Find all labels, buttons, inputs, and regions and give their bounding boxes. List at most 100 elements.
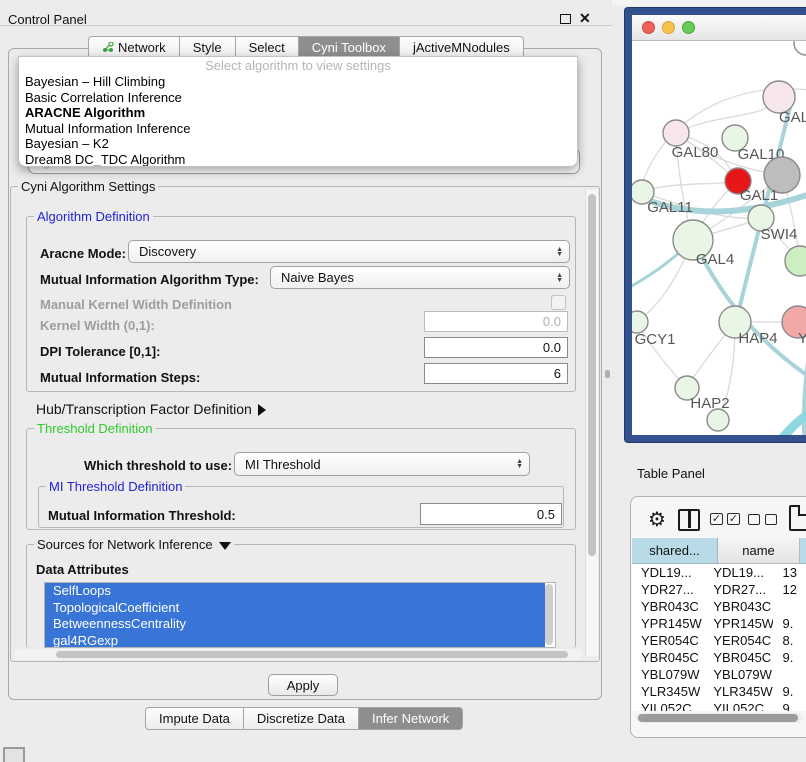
column-header-a[interactable]: A (800, 538, 806, 564)
table-cell (773, 598, 806, 615)
table-cell: YPR145W (704, 615, 773, 632)
table-row[interactable]: YIL052CYIL052C9 (632, 700, 806, 711)
dpi-tolerance-label: DPI Tolerance [0,1]: (40, 344, 160, 359)
dropdown-item[interactable]: Basic Correlation Inference (19, 90, 577, 106)
unchecked-checkbox-icon[interactable] (765, 514, 777, 525)
mi-type-select[interactable]: Naive Bayes ▲▼ (270, 266, 570, 289)
table-cell: YER054C (632, 632, 704, 649)
table-row[interactable]: YER054CYER054C8. (632, 632, 806, 649)
table-row[interactable]: YBR043CYBR043C (632, 598, 806, 615)
page-icon[interactable] (789, 505, 806, 531)
table-cell: YIL052C (704, 700, 773, 711)
table-cell: YBR043C (704, 598, 773, 615)
network-view-window[interactable]: GALGAL80GAL10GAL11GAL1GAL4SWI4GCY1HAP4YH… (625, 8, 806, 442)
hub-definition-expander[interactable]: Hub/Transcription Factor Definition (36, 401, 266, 417)
table-cell: YBR045C (704, 649, 773, 666)
column-header-name[interactable]: name (718, 538, 800, 564)
mi-threshold-field[interactable]: 0.5 (420, 503, 562, 525)
stepper-arrows-icon: ▲▼ (516, 459, 523, 469)
table-cell: YER054C (704, 632, 773, 649)
table-row[interactable]: YDL19...YDL19...13 (632, 564, 806, 581)
panel-splitter-handle[interactable] (605, 370, 610, 378)
column-header-shared[interactable]: shared... (632, 538, 718, 564)
checked-checkbox-icon[interactable]: ✓ (710, 513, 723, 525)
table-header: shared... name A (632, 538, 806, 564)
node-label: GAL80 (672, 144, 719, 161)
table-row[interactable]: YPR145WYPR145W9. (632, 615, 806, 632)
attribute-item[interactable]: TopologicalCoefficient (45, 600, 545, 617)
manual-kernel-checkbox[interactable] (551, 295, 566, 310)
which-threshold-select[interactable]: MI Threshold ▲▼ (234, 452, 530, 476)
data-attributes-label: Data Attributes (36, 562, 129, 577)
table-panel-title: Table Panel (637, 466, 705, 481)
attribute-item[interactable]: gal4RGexp (45, 633, 545, 649)
tab-infer-network[interactable]: Infer Network (359, 707, 463, 730)
table-cell: YBR045C (632, 649, 704, 666)
algorithm-dropdown-popup: Select algorithm to view settings Bayesi… (18, 56, 578, 167)
manual-kernel-label: Manual Kernel Width Definition (40, 297, 232, 312)
close-icon[interactable]: ✕ (579, 10, 591, 27)
table-row[interactable]: YBR045CYBR045C9. (632, 649, 806, 666)
algorithm-list: Bayesian – Hill ClimbingBasic Correlatio… (19, 74, 577, 167)
gear-icon[interactable]: ⚙ (648, 507, 666, 532)
network-node[interactable] (785, 246, 806, 276)
table-row[interactable]: YDR27...YDR27...12 (632, 581, 806, 598)
network-node[interactable] (707, 409, 729, 431)
mi-steps-field[interactable]: 6 (424, 363, 568, 384)
network-node[interactable] (794, 41, 806, 55)
table-body: YDL19...YDL19...13YDR27...YDR27...12YBR0… (632, 564, 806, 711)
control-panel-titlebar: Control Panel ✕ (0, 0, 612, 26)
mi-threshold-label: Mutual Information Threshold: (48, 508, 236, 523)
aracne-mode-select[interactable]: Discovery ▲▼ (128, 240, 570, 263)
dpi-tolerance-field[interactable]: 0.0 (424, 337, 568, 358)
close-traffic-light[interactable] (642, 21, 655, 34)
table-row[interactable]: YBL079WYBL079W (632, 666, 806, 683)
table-cell: 13 (773, 564, 806, 581)
mi-type-label: Mutual Information Algorithm Type: (40, 272, 259, 287)
table-row[interactable]: YLR345WYLR345W9. (632, 683, 806, 700)
network-graph: GALGAL80GAL10GAL11GAL1GAL4SWI4GCY1HAP4YH… (632, 41, 806, 436)
network-node[interactable] (632, 311, 648, 333)
network-canvas[interactable]: GALGAL80GAL10GAL11GAL1GAL4SWI4GCY1HAP4YH… (632, 41, 806, 435)
mi-type-value: Naive Bayes (281, 270, 354, 285)
table-cell: YDL19... (704, 564, 773, 581)
node-label: HAP4 (738, 330, 777, 347)
data-attributes-list[interactable]: SelfLoopsTopologicalCoefficientBetweenne… (44, 582, 556, 648)
network-node[interactable] (663, 120, 689, 146)
algorithm-definition-title: Algorithm Definition (34, 209, 153, 224)
expander-arrow-icon (258, 404, 266, 416)
dropdown-item[interactable]: Bayesian – Hill Climbing (19, 74, 577, 90)
node-label: GAL11 (647, 199, 693, 216)
network-window-titlebar[interactable] (632, 15, 806, 41)
attributes-scrollbar-thumb[interactable] (545, 584, 553, 645)
float-window-icon[interactable] (560, 14, 571, 24)
sources-expander[interactable]: Sources for Network Inference (34, 537, 234, 552)
network-icon (102, 38, 114, 49)
settings-hscrollbar-thumb[interactable] (56, 651, 568, 658)
dropdown-item[interactable]: ARACNE Algorithm (19, 105, 577, 121)
attribute-item[interactable]: BetweennessCentrality (45, 616, 545, 633)
split-columns-icon[interactable] (678, 509, 700, 531)
zoom-traffic-light[interactable] (682, 21, 695, 34)
settings-vscrollbar-thumb[interactable] (588, 194, 596, 556)
collapse-arrow-icon (219, 542, 231, 550)
table-hscrollbar-thumb[interactable] (638, 714, 798, 722)
kernel-width-label: Kernel Width (0,1): (40, 318, 155, 333)
settings-group-title: Cyni Algorithm Settings (18, 179, 158, 194)
kernel-width-field[interactable]: 0.0 (424, 311, 568, 332)
minimize-traffic-light[interactable] (662, 21, 675, 34)
stepper-arrows-icon: ▲▼ (556, 247, 563, 257)
node-label: GAL4 (696, 251, 734, 268)
dropdown-item[interactable]: Mutual Information Inference (19, 121, 577, 137)
apply-button[interactable]: Apply (268, 674, 338, 696)
tab-impute-data[interactable]: Impute Data (145, 707, 244, 730)
table-cell: 12 (773, 581, 806, 598)
unchecked-checkbox-icon[interactable] (748, 514, 760, 525)
dropdown-item[interactable]: Bayesian – K2 (19, 136, 577, 152)
checked-checkbox-icon[interactable]: ✓ (727, 513, 740, 525)
which-threshold-value: MI Threshold (245, 457, 321, 472)
dropdown-item[interactable]: Dream8 DC_TDC Algorithm (19, 152, 577, 168)
table-cell: YLR345W (704, 683, 773, 700)
tab-discretize-data[interactable]: Discretize Data (244, 707, 359, 730)
attribute-item[interactable]: SelfLoops (45, 583, 545, 600)
